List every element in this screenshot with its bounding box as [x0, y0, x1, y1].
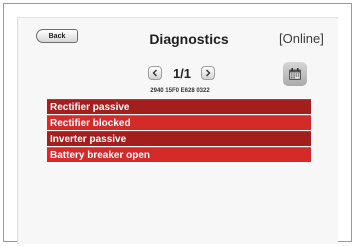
alarm-row[interactable]: Rectifier passive [47, 99, 311, 114]
alarm-list: Rectifier passive Rectifier blocked Inve… [47, 99, 311, 163]
alarm-row[interactable]: Battery breaker open [47, 147, 311, 162]
connection-status: [Online] [279, 31, 324, 46]
calendar-icon [289, 68, 301, 80]
calendar-button[interactable] [283, 62, 307, 86]
next-page-button[interactable] [201, 66, 215, 80]
page-indicator: 1/1 [172, 66, 192, 81]
chevron-left-icon [152, 69, 157, 77]
chevron-right-icon [206, 69, 211, 77]
page-title: Diagnostics [149, 31, 229, 47]
diagnostic-code: 2940 15F0 E628 0322 [150, 88, 210, 94]
prev-page-button[interactable] [148, 66, 162, 80]
back-button[interactable]: Back [36, 29, 78, 43]
alarm-row[interactable]: Inverter passive [47, 131, 311, 146]
alarm-row[interactable]: Rectifier blocked [47, 115, 311, 130]
